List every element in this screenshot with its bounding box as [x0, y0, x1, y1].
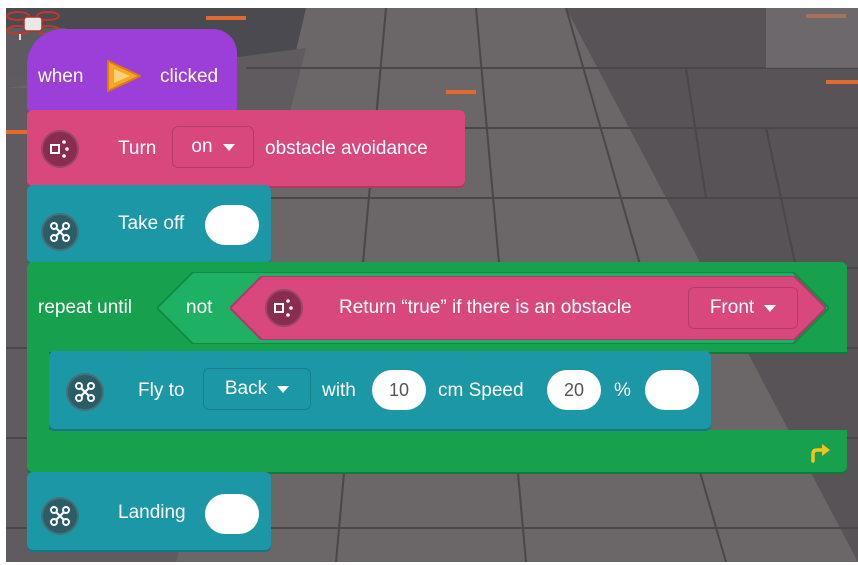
with-label: with — [322, 380, 356, 401]
fly-direction-value: Back — [224, 378, 268, 399]
drone-icon — [66, 373, 104, 411]
repeat-until-footer — [27, 430, 847, 472]
sensor-icon — [41, 130, 79, 168]
turn-label: Turn — [118, 138, 157, 159]
avoidance-toggle-dropdown[interactable]: on — [172, 126, 254, 168]
not-label: not — [186, 297, 213, 318]
landing-label: Landing — [118, 502, 186, 523]
drone-icon — [41, 213, 79, 251]
direction-dropdown[interactable]: Front — [688, 287, 798, 329]
clicked-label: clicked — [160, 66, 219, 87]
chevron-down-icon — [222, 143, 235, 151]
direction-value: Front — [709, 297, 755, 318]
take-off-input[interactable] — [205, 205, 259, 245]
repeat-until-label: repeat until — [38, 297, 133, 318]
obstacle-condition-label: Return “true” if there is an obstacle — [339, 297, 632, 318]
landing-input[interactable] — [205, 494, 259, 534]
when-label: when — [38, 66, 84, 87]
chevron-down-icon — [764, 304, 777, 312]
sensor-icon — [265, 289, 303, 327]
fly-direction-dropdown[interactable]: Back — [203, 368, 311, 410]
cm-speed-label: cm Speed — [438, 380, 524, 401]
fly-to-extra-input[interactable] — [645, 370, 699, 410]
play-flag-icon[interactable] — [104, 59, 144, 93]
chevron-down-icon — [277, 385, 290, 393]
fly-to-label: Fly to — [138, 380, 185, 401]
repeat-until-arm — [27, 350, 49, 432]
percent-label: % — [614, 380, 631, 401]
loop-arrow-icon — [808, 441, 832, 465]
avoidance-toggle-value: on — [191, 136, 213, 157]
distance-input[interactable]: 10 — [372, 370, 426, 410]
speed-input[interactable]: 20 — [547, 370, 601, 410]
take-off-label: Take off — [118, 213, 185, 234]
drone-icon — [41, 497, 79, 535]
obstacle-avoidance-label: obstacle avoidance — [265, 138, 428, 159]
